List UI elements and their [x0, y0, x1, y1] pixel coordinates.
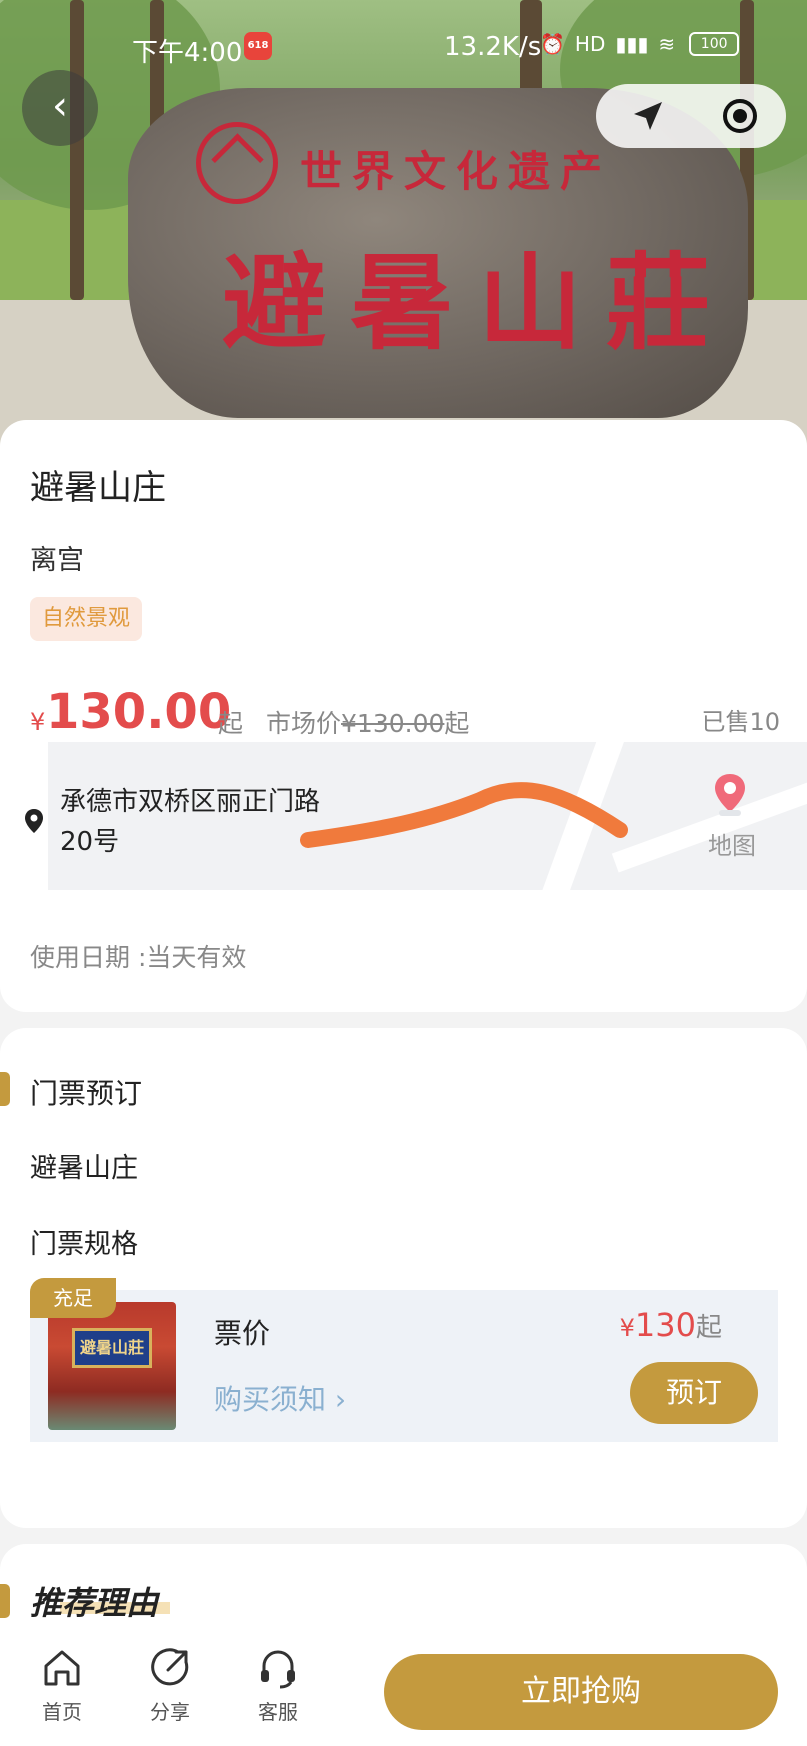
price-value: 130.00 [46, 684, 232, 740]
map-pin-icon[interactable] [713, 772, 747, 818]
battery-icon: 100 [689, 32, 740, 56]
app-badge-icon: 618 [244, 32, 272, 60]
info-card: 避暑山庄 离宫 自然景观 ¥ 130.00 起 市场价¥130.00起 已售10… [0, 420, 807, 1012]
tab-share-label: 分享 [150, 1700, 190, 1724]
purchase-notice-link[interactable]: 购买须知 › [214, 1378, 346, 1418]
home-icon [44, 1650, 80, 1686]
book-button[interactable]: 预订 [630, 1362, 758, 1424]
heritage-logo-icon [196, 122, 278, 204]
ticket-card: 门票预订 避暑山庄 门票规格 避暑山莊 充足 票价 购买须知 › ¥130起 预… [0, 1028, 807, 1528]
chevron-right-icon: › [334, 1383, 347, 1416]
ticket-venue: 避暑山庄 [30, 1153, 138, 1184]
signal-icon-2: ▮▮▮ [615, 32, 649, 56]
sold-count: 已售10 [701, 708, 780, 736]
close-target-icon[interactable] [720, 96, 760, 136]
category-tag: 自然景观 [30, 597, 143, 641]
ticket-name: 票价 [214, 1317, 271, 1350]
ticket-spec-label: 门票规格 [30, 1229, 138, 1260]
mini-program-capsule [596, 84, 786, 148]
scenic-alias: 离宫 [30, 545, 84, 576]
market-price-suffix: 起 [444, 709, 470, 738]
alarm-icon: ⏰ [540, 32, 565, 56]
map-link[interactable]: 地图 [708, 826, 756, 861]
section-title-recommend: 推荐理由 [30, 1584, 159, 1622]
purchase-notice-label: 购买须知 [214, 1383, 327, 1416]
page-title: 避暑山庄 [30, 468, 166, 508]
tab-home[interactable]: 首页 [22, 1646, 102, 1725]
use-date: 使用日期 :当天有效 [30, 943, 247, 972]
section-accent-bar [0, 1584, 10, 1618]
signal-icon: HD [574, 32, 606, 56]
tab-service-label: 客服 [258, 1700, 298, 1724]
ticket-price: ¥130起 [620, 1306, 722, 1344]
headset-icon [261, 1650, 295, 1689]
price-suffix: 起 [218, 709, 244, 738]
price-row: ¥ 130.00 起 市场价¥130.00起 已售10 [30, 682, 780, 742]
section-title-tickets: 门票预订 [30, 1077, 143, 1110]
tab-home-label: 首页 [42, 1700, 82, 1724]
status-icons: ⏰ HD ▮▮▮ ≋ 100 [540, 32, 740, 56]
location-pin-icon [25, 809, 43, 833]
ticket-price-value: 130 [634, 1306, 696, 1344]
market-price: 市场价¥130.00起 [266, 704, 469, 740]
ticket-item[interactable]: 避暑山莊 充足 票价 购买须知 › ¥130起 预订 [30, 1278, 778, 1442]
scribble-annotation [300, 782, 628, 848]
tab-share[interactable]: 分享 [130, 1646, 210, 1725]
status-bar: 下午4:00 618 13.2K/s ⏰ HD ▮▮▮ ≋ 100 [0, 28, 807, 68]
network-speed: 13.2K/s [444, 32, 542, 62]
market-price-value: ¥130.00 [341, 709, 445, 738]
location-arrow-icon[interactable] [628, 96, 668, 136]
stone-title: 避暑山莊 [222, 241, 735, 364]
tab-service[interactable]: 客服 [238, 1646, 318, 1725]
bottom-bar: 首页 分享 客服 立即抢购 [0, 1624, 807, 1746]
ticket-price-suffix: 起 [695, 1313, 722, 1343]
price-currency: ¥ [30, 708, 46, 736]
wifi-icon: ≋ [658, 32, 676, 56]
status-time: 下午4:00 [132, 38, 243, 68]
stone-subtitle: 世界文化遗产 [300, 147, 613, 196]
share-icon [151, 1648, 189, 1686]
hero-image: 世界文化遗产 避暑山莊 [0, 0, 807, 460]
stock-badge: 充足 [30, 1278, 116, 1318]
buy-now-button[interactable]: 立即抢购 [384, 1654, 778, 1730]
back-button[interactable]: ‹ [22, 70, 98, 146]
ticket-price-currency: ¥ [619, 1314, 635, 1342]
thumbnail-plaque: 避暑山莊 [72, 1328, 152, 1368]
ticket-thumbnail: 避暑山莊 [48, 1302, 176, 1430]
section-accent-bar [0, 1072, 10, 1106]
market-price-label: 市场价 [266, 709, 342, 738]
